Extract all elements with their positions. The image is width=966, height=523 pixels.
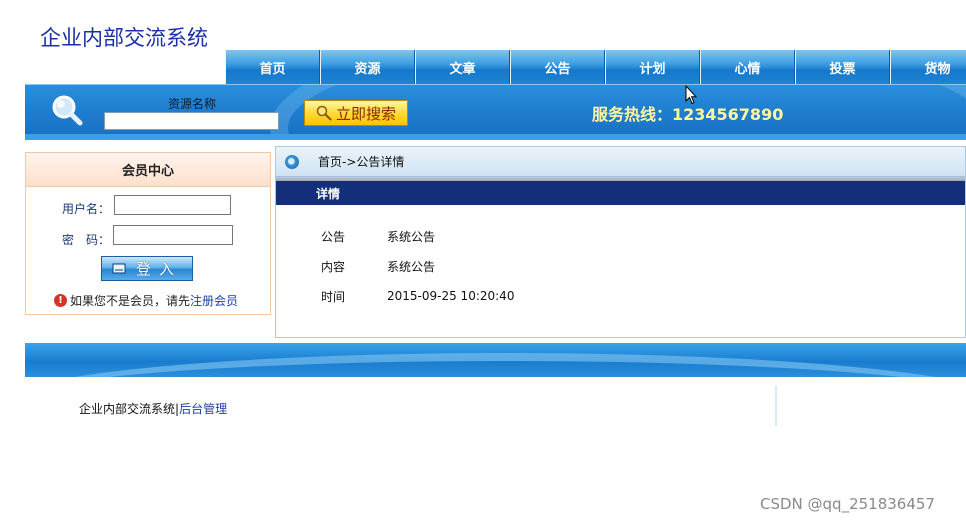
detail-row: 时间 2015-09-25 10:20:40 xyxy=(321,281,514,311)
footer-system-name: 企业内部交流系统 xyxy=(79,402,176,416)
detail-key: 公告 xyxy=(321,229,346,244)
main-nav: 首页 资源 文章 公告 计划 心情 投票 货物 xyxy=(225,50,966,84)
detail-key: 内容 xyxy=(321,259,346,274)
watermark: CSDN @qq_251836457 xyxy=(760,495,935,513)
notice-detail-panel: 首页->公告详情 详情 公告 系统公告 内容 系统公告 时间 2015-09-2… xyxy=(275,146,966,338)
register-prefix: 如果您不是会员，请先 xyxy=(70,294,191,308)
password-input[interactable] xyxy=(113,225,233,245)
username-input[interactable] xyxy=(114,195,231,215)
login-button-label: 登入 xyxy=(135,260,182,278)
nav-item-moods[interactable]: 心情 xyxy=(700,50,795,84)
admin-link[interactable]: 后台管理 xyxy=(179,402,227,416)
login-button[interactable]: 登入 xyxy=(101,256,193,281)
nav-item-votes[interactable]: 投票 xyxy=(795,50,890,84)
password-label: 密 码： xyxy=(62,233,111,247)
detail-value: 系统公告 xyxy=(387,229,436,244)
resource-name-input[interactable] xyxy=(104,112,279,130)
breadcrumb-text: 首页->公告详情 xyxy=(318,155,405,169)
footer-band xyxy=(25,343,966,377)
detail-key: 时间 xyxy=(321,289,346,304)
search-button[interactable]: 立即搜索 xyxy=(304,100,408,126)
username-label: 用户名： xyxy=(62,202,111,216)
register-prompt: ! 如果您不是会员，请先 注册会员 xyxy=(54,292,238,309)
magnifier-icon xyxy=(52,95,83,126)
detail-value: 2015-09-25 10:20:40 xyxy=(387,289,515,303)
footer-text: 企业内部交流系统|后台管理 xyxy=(79,400,227,417)
nav-item-plans[interactable]: 计划 xyxy=(605,50,700,84)
warning-icon: ! xyxy=(54,294,67,307)
search-button-label: 立即搜索 xyxy=(335,104,396,123)
nav-item-resources[interactable]: 资源 xyxy=(320,50,415,84)
search-bar: 资源名称 立即搜索 服务热线：1234567890 xyxy=(25,84,966,140)
member-center: 会员中心 用户名： 密 码： 登入 ! 如果您不是会员，请先 注册会员 xyxy=(25,152,271,315)
breadcrumb: 首页->公告详情 xyxy=(276,147,965,177)
keyboard-icon xyxy=(112,263,126,273)
search-label: 资源名称 xyxy=(168,97,217,111)
mouse-cursor-icon xyxy=(685,85,697,105)
nav-item-home[interactable]: 首页 xyxy=(225,50,320,84)
register-link[interactable]: 注册会员 xyxy=(190,292,238,309)
nav-item-goods[interactable]: 货物 xyxy=(890,50,966,84)
detail-value: 系统公告 xyxy=(387,259,436,274)
search-icon xyxy=(316,105,332,121)
detail-row: 内容 系统公告 xyxy=(321,251,514,281)
nav-item-articles[interactable]: 文章 xyxy=(415,50,510,84)
nav-item-notices[interactable]: 公告 xyxy=(510,50,605,84)
detail-row: 公告 系统公告 xyxy=(321,221,514,251)
site-title: 企业内部交流系统 xyxy=(40,26,208,50)
detail-table: 公告 系统公告 内容 系统公告 时间 2015-09-25 10:20:40 xyxy=(321,221,514,311)
bullet-icon xyxy=(285,154,299,169)
footer-divider xyxy=(775,386,777,426)
member-center-title: 会员中心 xyxy=(26,153,270,187)
detail-heading: 详情 xyxy=(276,181,965,205)
